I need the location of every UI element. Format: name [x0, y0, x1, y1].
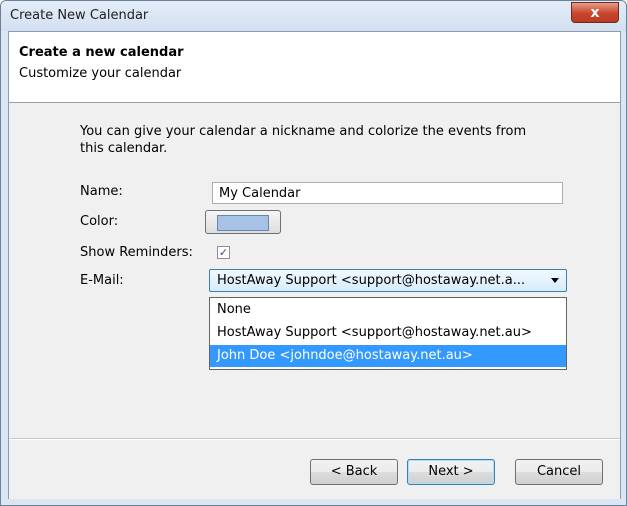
- title-bar[interactable]: Create New Calendar x: [1, 1, 626, 31]
- color-picker-button[interactable]: [205, 210, 281, 234]
- dialog-window: Create New Calendar x Create a new calen…: [0, 0, 627, 506]
- page-title: Create a new calendar: [19, 45, 184, 60]
- next-button[interactable]: Next >: [407, 459, 495, 485]
- cancel-button[interactable]: Cancel: [515, 459, 603, 485]
- name-label: Name:: [80, 184, 123, 199]
- button-bar: < Back Next > Cancel: [9, 438, 620, 499]
- close-icon: x: [590, 4, 600, 21]
- page-subtitle: Customize your calendar: [19, 66, 182, 81]
- dropdown-option-none[interactable]: None: [210, 299, 566, 321]
- close-button[interactable]: x: [571, 2, 619, 23]
- dropdown-option-john-doe[interactable]: John Doe <johndoe@hostaway.net.au>: [210, 345, 566, 367]
- color-label: Color:: [80, 214, 119, 229]
- email-dropdown-list: None HostAway Support <support@hostaway.…: [209, 297, 567, 370]
- dropdown-option-hostaway-support[interactable]: HostAway Support <support@hostaway.net.a…: [210, 322, 566, 344]
- email-selected-value: HostAway Support <support@hostaway.net.a…: [217, 273, 526, 288]
- show-reminders-label: Show Reminders:: [80, 245, 193, 260]
- wizard-content: You can give your calendar a nickname an…: [9, 103, 620, 438]
- checkmark-icon: ✓: [218, 246, 229, 259]
- back-button[interactable]: < Back: [310, 459, 398, 485]
- chevron-down-icon: [551, 278, 559, 283]
- email-label: E-Mail:: [80, 273, 124, 288]
- window-title: Create New Calendar: [10, 8, 149, 23]
- name-field[interactable]: [212, 182, 563, 204]
- show-reminders-checkbox[interactable]: ✓: [217, 246, 230, 259]
- divider: [9, 439, 620, 440]
- color-swatch: [217, 215, 269, 231]
- intro-text: You can give your calendar a nickname an…: [80, 124, 527, 156]
- dialog-body: Create a new calendar Customize your cal…: [8, 31, 621, 499]
- email-select[interactable]: HostAway Support <support@hostaway.net.a…: [209, 269, 567, 292]
- wizard-header: Create a new calendar Customize your cal…: [9, 32, 620, 103]
